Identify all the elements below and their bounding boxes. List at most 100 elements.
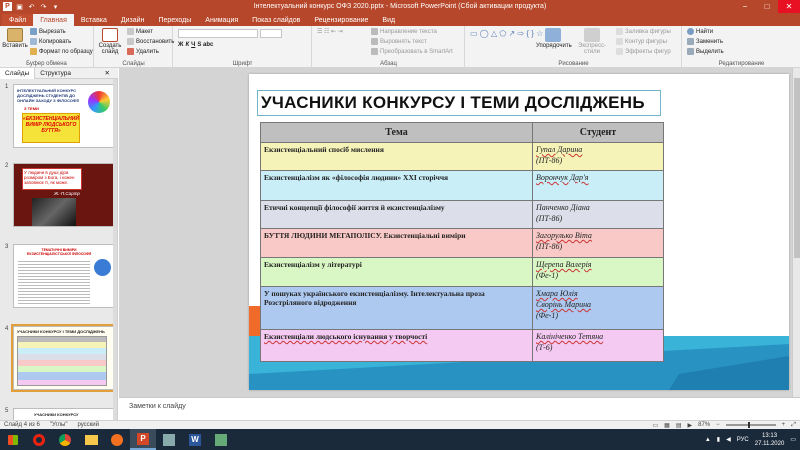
clock[interactable]: 13:13 27.11.2020 [755, 432, 785, 448]
paste-button[interactable]: Вставить [2, 28, 28, 49]
student-name: Ворончук Дар'я [536, 173, 589, 182]
thumb-4-table [17, 336, 107, 386]
shape-fill-button[interactable]: Заливка фигуры [616, 28, 671, 35]
list-buttons[interactable]: ☰ ☷ ⇤ ⇥ [317, 28, 343, 35]
taskbar-powerpoint[interactable]: P [130, 429, 156, 450]
tab-insert[interactable]: Вставка [74, 14, 114, 26]
student-group: (ПТ-86) [536, 155, 563, 165]
shape-effects-button[interactable]: Эффекты фигур [616, 48, 671, 55]
app-2-icon [215, 433, 227, 446]
thumb-2-quote: У людини в душі діра розміром з Бога, і … [22, 168, 82, 190]
reading-view-icon[interactable]: ▤ [676, 422, 682, 429]
tab-slides-pane[interactable]: Слайды [0, 67, 36, 79]
format-painter-button[interactable]: Формат по образцу [30, 48, 93, 55]
undo-icon[interactable]: ↶ [27, 2, 36, 11]
tab-home[interactable]: Главная [33, 14, 74, 26]
layout-button[interactable]: Макет [127, 28, 153, 35]
slides-group: Создать слайд Макет Восстановить Удалить… [95, 26, 174, 68]
font-name-field[interactable] [178, 29, 258, 38]
taskbar-explorer[interactable] [78, 429, 104, 450]
zoom-slider[interactable] [725, 422, 776, 428]
taskbar-app[interactable] [156, 429, 182, 450]
start-button[interactable] [0, 429, 26, 450]
save-icon[interactable]: ▣ [15, 2, 24, 11]
table-header-row: Тема Студент [260, 122, 664, 143]
quick-styles-icon [584, 28, 600, 42]
tab-slideshow[interactable]: Показ слайдов [245, 14, 307, 26]
zoom-in-icon[interactable]: + [782, 422, 786, 428]
smartart-button[interactable]: Преобразовать в SmartArt [371, 48, 453, 55]
align-text-label: Выровнять текст [380, 38, 427, 45]
cut-button[interactable]: Вырезать [30, 28, 66, 35]
tab-structure-pane[interactable]: Структура [35, 70, 76, 77]
topic-cell: Екзистенціалізм як «філософія людини» XX… [260, 170, 533, 201]
normal-view-icon[interactable]: ▭ [653, 422, 659, 429]
maximize-button[interactable]: □ [756, 0, 778, 13]
reset-button[interactable]: Восстановить [127, 38, 174, 45]
copy-button[interactable]: Копировать [30, 38, 71, 45]
participants-table[interactable]: Тема Студент Екзистенціальний спосіб мис… [260, 122, 664, 362]
thumb-3-title: ТЕМАТИЧНІ ВИМІРИ ЕКЗИСТЕНЦІАЛІСТСЬКОЇ ФІ… [27, 248, 91, 256]
taskbar-opera[interactable] [26, 429, 52, 450]
thumbnail-scrollbar[interactable] [113, 79, 117, 420]
student-cell: Хмара Юлія Сворінь Марина (Фе-1) [532, 286, 664, 330]
taskbar-media[interactable] [104, 429, 130, 450]
arrange-button[interactable]: Упорядочить [536, 28, 572, 49]
slide-title[interactable]: УЧАСНИКИ КОНКУРСУ І ТЕМИ ДОСЛІДЖЕНЬ [257, 90, 661, 116]
slide-vertical-scrollbar[interactable] [792, 68, 800, 397]
notes-pane[interactable]: Заметки к слайду [119, 397, 800, 420]
taskbar-chrome[interactable] [52, 429, 78, 450]
tab-review[interactable]: Рецензирование [307, 14, 375, 26]
close-button[interactable]: ✕ [778, 0, 800, 13]
slide-5-preview: УЧАСНИКИ КОНКУРСУ [13, 408, 114, 420]
system-tray: ▲ ▮ ◀ РУС 13:13 27.11.2020 ▭ [705, 429, 796, 450]
close-pane-icon[interactable]: ✕ [100, 69, 115, 77]
ribbon: Вставить Вырезать Копировать Формат по о… [0, 26, 800, 68]
sorter-view-icon[interactable]: ▦ [664, 422, 670, 429]
powerpoint-app-icon[interactable]: P [3, 2, 12, 11]
fit-to-window-icon[interactable]: ⤢ [791, 422, 796, 429]
new-slide-button[interactable]: Создать слайд [97, 28, 123, 55]
shape-outline-button[interactable]: Контур фигуры [616, 38, 667, 45]
window-title: Інтелектуальний конкурс ОФЗ 2020.pptx - … [253, 3, 547, 10]
zoom-level[interactable]: 87% [698, 422, 710, 428]
select-button[interactable]: Выделить [687, 48, 724, 55]
notifications-icon[interactable]: ▭ [790, 436, 796, 443]
network-icon[interactable]: ▮ [717, 436, 720, 443]
text-direction-button[interactable]: Направление текста [371, 28, 437, 35]
replace-button[interactable]: Заменить [687, 38, 723, 45]
smartart-label: Преобразовать в SmartArt [380, 48, 453, 55]
format-painter-label: Формат по образцу [39, 48, 93, 55]
layout-label: Макет [136, 28, 153, 35]
customize-qat-icon[interactable]: ▾ [51, 2, 60, 11]
redo-icon[interactable]: ↷ [39, 2, 48, 11]
language-indicator[interactable]: русский [77, 422, 99, 428]
slideshow-view-icon[interactable]: ▶ [688, 422, 693, 429]
tab-design[interactable]: Дизайн [114, 14, 152, 26]
taskbar-word[interactable]: W [182, 429, 208, 450]
quick-access-toolbar: P ▣ ↶ ↷ ▾ [0, 2, 60, 11]
quick-styles-button[interactable]: Экспресс-стили [572, 28, 612, 55]
tab-transitions[interactable]: Переходы [151, 14, 198, 26]
smartart-icon [371, 48, 378, 55]
delete-slide-button[interactable]: Удалить [127, 48, 159, 55]
tab-view[interactable]: Вид [375, 14, 402, 26]
slide-counter: Слайд 4 из 6 [4, 422, 40, 428]
taskbar-app-2[interactable] [208, 429, 234, 450]
font-size-field[interactable] [260, 29, 282, 38]
align-text-button[interactable]: Выровнять текст [371, 38, 427, 45]
drawing-group: ▭ ◯ △ ⬠ ↗ ⇨ { } ☆ ⬡ Упорядочить Экспресс… [466, 26, 682, 68]
minimize-button[interactable]: − [734, 0, 756, 13]
table-row: Екзистенціальний спосіб мислення Гупал Д… [260, 142, 664, 171]
paste-icon [7, 28, 23, 42]
keyboard-language[interactable]: РУС [737, 437, 749, 443]
font-format-buttons[interactable]: Ж К Ч S abc [178, 42, 213, 48]
find-button[interactable]: Найти [687, 28, 713, 35]
volume-icon[interactable]: ◀ [726, 436, 731, 443]
tray-arrow-icon[interactable]: ▲ [705, 437, 711, 443]
tab-animation[interactable]: Анимация [198, 14, 245, 26]
scrollbar-thumb[interactable] [794, 78, 800, 258]
tab-file[interactable]: Файл [2, 14, 34, 26]
globe-image [94, 259, 111, 276]
zoom-out-icon[interactable]: − [716, 422, 720, 428]
